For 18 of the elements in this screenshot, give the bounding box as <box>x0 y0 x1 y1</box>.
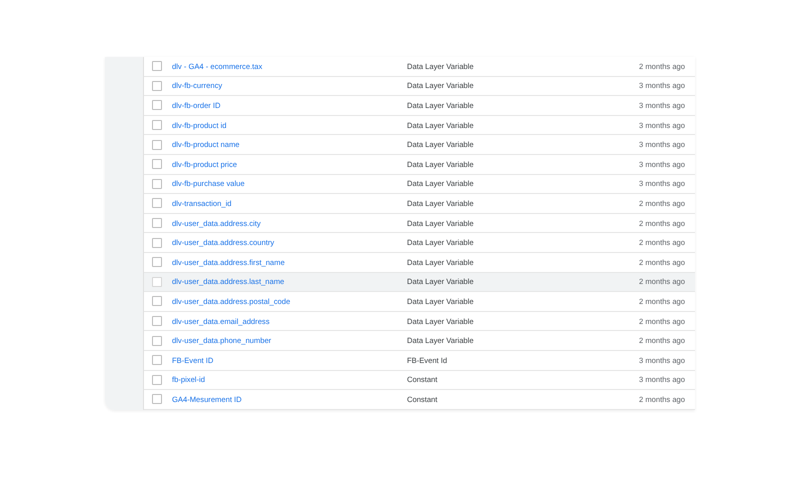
checkbox[interactable] <box>152 336 162 346</box>
checkbox[interactable] <box>152 296 162 306</box>
checkbox[interactable] <box>152 257 162 268</box>
checkbox[interactable] <box>152 276 162 287</box>
checkbox[interactable] <box>152 159 162 170</box>
checkbox[interactable] <box>152 140 162 150</box>
checkbox[interactable] <box>152 355 162 366</box>
checkbox[interactable] <box>152 198 162 208</box>
checkbox[interactable] <box>152 61 162 72</box>
checkbox[interactable] <box>152 120 162 130</box>
checkbox[interactable] <box>152 100 162 110</box>
checkbox[interactable] <box>152 80 162 91</box>
checkbox[interactable] <box>152 394 162 404</box>
checkbox[interactable] <box>152 178 162 189</box>
checkbox[interactable] <box>152 238 162 248</box>
checkbox[interactable] <box>152 218 162 228</box>
checkbox[interactable] <box>152 316 162 326</box>
checkbox[interactable] <box>152 374 162 385</box>
